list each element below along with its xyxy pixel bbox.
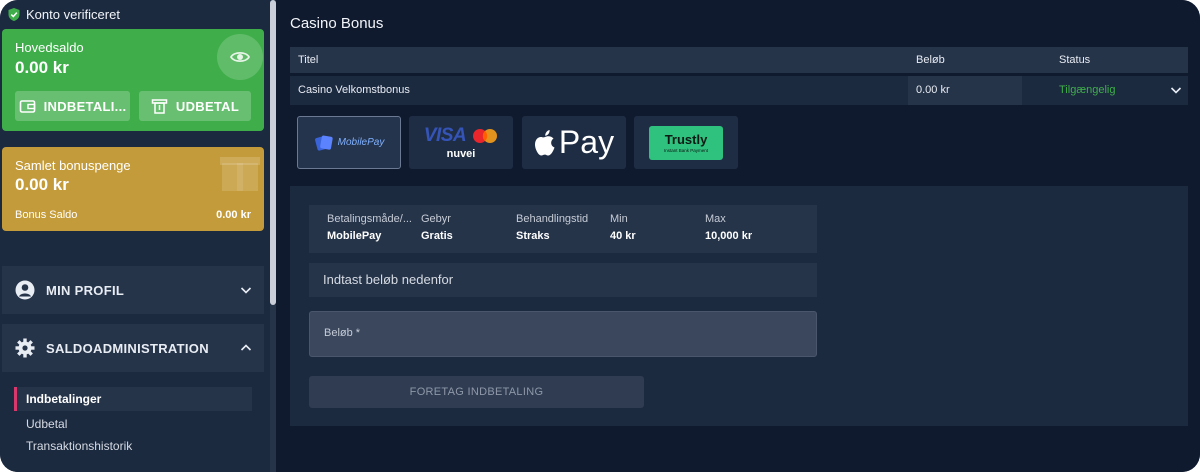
info-processing-time: Behandlingstid Straks — [516, 213, 588, 242]
deposit-button-label: INDBETALI... — [43, 98, 127, 114]
info-header: Gebyr — [421, 213, 451, 225]
submenu-item-withdraw[interactable]: Udbetal — [14, 412, 252, 436]
info-header: Behandlingstid — [516, 213, 589, 225]
payment-method-mobilepay[interactable]: MobilePay — [297, 116, 401, 169]
info-min: Min 40 kr — [610, 213, 636, 242]
wallet-icon — [19, 99, 35, 113]
info-max: Max 10,000 kr — [705, 213, 752, 242]
submenu-item-deposits[interactable]: Indbetalinger — [14, 387, 252, 411]
trustly-text: Trustly — [664, 132, 708, 147]
amount-instruction: Indtast beløb nedenfor — [309, 263, 817, 297]
bonus-status: Tilgængelig — [1059, 84, 1116, 96]
withdraw-button-label: UDBETAL — [175, 98, 240, 114]
column-header-status: Status — [1059, 54, 1091, 66]
deposit-panel: Betalingsmåde/... MobilePay Gebyr Gratis… — [290, 186, 1188, 426]
payment-info-box: Betalingsmåde/... MobilePay Gebyr Gratis… — [309, 205, 817, 253]
verified-label: Konto verificeret — [26, 6, 120, 22]
info-value: Straks — [516, 230, 550, 242]
visa-text: VISA — [423, 125, 467, 146]
mobilepay-logo: MobilePay — [314, 134, 385, 152]
mastercard-icon — [473, 129, 498, 143]
table-header: Titel Beløb Status — [290, 47, 1188, 73]
applepay-logo: Pay — [534, 124, 614, 161]
trustly-logo: Trustly Instant Bank Payment — [649, 125, 723, 160]
nuvei-text: nuvei — [446, 148, 476, 160]
mobilepay-text: MobilePay — [337, 137, 385, 148]
bonus-balance-amount: 0.00 kr — [15, 175, 69, 194]
user-circle-icon — [15, 280, 35, 300]
payment-method-trustly[interactable]: Trustly Instant Bank Payment — [634, 116, 738, 169]
info-header: Min — [610, 213, 628, 225]
deposit-button[interactable]: INDBETALI... — [15, 91, 130, 121]
apple-icon — [534, 129, 555, 155]
chevron-down-icon[interactable] — [1170, 84, 1182, 96]
chevron-down-icon — [240, 287, 252, 294]
main-balance-amount: 0.00 kr — [15, 58, 69, 77]
chevron-up-icon — [240, 344, 252, 351]
toggle-balance-visibility[interactable] — [217, 34, 263, 80]
column-header-amount: Beløb — [916, 54, 945, 66]
menu-profile-label: MIN PROFIL — [46, 282, 125, 298]
visa-nuvei-logo: VISA nuvei — [424, 125, 498, 160]
cash-out-icon — [151, 98, 168, 114]
payment-method-visa[interactable]: VISA nuvei — [409, 116, 513, 169]
bonus-title: Casino Velkomstbonus — [298, 84, 410, 96]
main-content: Casino Bonus Titel Beløb Status Casino V… — [276, 0, 1200, 472]
gift-icon — [220, 157, 260, 191]
column-header-title: Titel — [298, 54, 319, 66]
saldo-submenu: Indbetalinger Udbetal Transaktionshistor… — [2, 373, 264, 472]
info-value: 10,000 kr — [705, 230, 753, 242]
menu-item-saldo-administration[interactable]: SALDOADMINISTRATION — [2, 324, 264, 372]
gear-icon — [15, 338, 35, 358]
info-fee: Gebyr Gratis — [421, 213, 453, 242]
menu-saldo-label: SALDOADMINISTRATION — [46, 340, 209, 356]
app-frame: Konto verificeret Hovedsaldo 0.00 kr IND… — [0, 0, 1200, 472]
bonus-amount: 0.00 kr — [916, 84, 950, 96]
bonus-balance-card: Samlet bonuspenge 0.00 kr Bonus Saldo 0.… — [2, 147, 264, 231]
table-row[interactable]: Casino Velkomstbonus 0.00 kr Tilgængelig — [290, 76, 1188, 105]
menu-item-profile[interactable]: MIN PROFIL — [2, 266, 264, 314]
bonus-saldo-label: Bonus Saldo — [15, 209, 78, 221]
info-value: MobilePay — [327, 230, 382, 242]
info-payment-method: Betalingsmåde/... MobilePay — [327, 213, 417, 242]
submenu-item-transaction-history[interactable]: Transaktionshistorik — [14, 434, 252, 458]
info-value: 40 kr — [610, 230, 636, 242]
page-title: Casino Bonus — [290, 15, 384, 32]
submit-deposit-button[interactable]: FORETAG INDBETALING — [309, 376, 644, 408]
bonus-balance-label: Samlet bonuspenge — [15, 158, 131, 173]
eye-icon — [230, 51, 250, 63]
withdraw-button[interactable]: UDBETAL — [139, 91, 251, 121]
payment-method-applepay[interactable]: Pay — [522, 116, 626, 169]
info-header: Betalingsmåde/... — [327, 213, 412, 225]
shield-check-icon — [8, 7, 20, 21]
bonus-table: Titel Beløb Status Casino Velkomstbonus … — [290, 47, 1188, 105]
trustly-subtext: Instant Bank Payment — [663, 148, 709, 153]
main-balance-card: Hovedsaldo 0.00 kr INDBETALI... UDBETAL — [2, 29, 264, 131]
main-balance-label: Hovedsaldo — [15, 40, 84, 55]
info-value: Gratis — [421, 230, 453, 242]
mobilepay-icon — [314, 135, 333, 151]
verified-status: Konto verificeret — [8, 5, 120, 23]
sidebar: Konto verificeret Hovedsaldo 0.00 kr IND… — [0, 0, 276, 472]
bonus-saldo-value: 0.00 kr — [216, 209, 251, 221]
info-header: Max — [705, 213, 726, 225]
applepay-text: Pay — [558, 124, 615, 160]
amount-input[interactable]: Beløb * — [309, 311, 817, 357]
